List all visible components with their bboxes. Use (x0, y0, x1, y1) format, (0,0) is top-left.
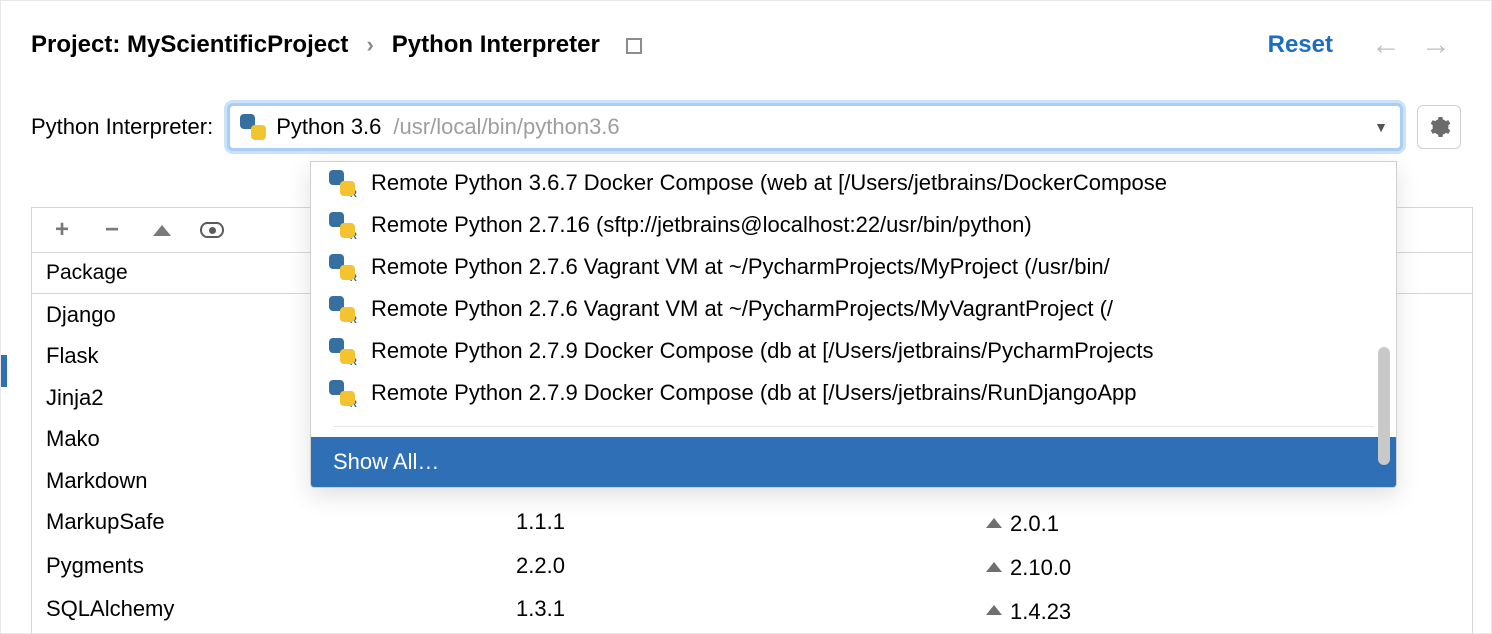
package-name: MarkupSafe (32, 501, 502, 545)
add-package-button[interactable]: + (50, 218, 74, 242)
package-name: SQLAlchemy (32, 588, 502, 632)
package-latest-value: 2.10.0 (1010, 549, 1071, 586)
remove-package-button[interactable]: − (100, 218, 124, 242)
nav-forward-icon[interactable]: → (1411, 30, 1461, 60)
package-version: 1.1.1 (502, 501, 972, 545)
dropdown-item[interactable]: R Remote Python 2.7.6 Vagrant VM at ~/Pyc… (311, 246, 1396, 288)
chevron-right-icon: › (366, 32, 373, 58)
breadcrumb-page: Python Interpreter (392, 31, 600, 59)
separate-window-icon[interactable] (626, 38, 642, 54)
dropdown-item[interactable]: R Remote Python 2.7.16 (sftp://jetbrains@… (311, 204, 1396, 246)
dropdown-item[interactable]: R Remote Python 2.7.9 Docker Compose (db … (311, 330, 1396, 372)
python-remote-icon: R (329, 170, 355, 196)
gear-icon (1427, 115, 1451, 139)
show-early-releases-button[interactable] (200, 218, 224, 242)
dropdown-scrollbar[interactable] (1378, 168, 1390, 477)
dropdown-item[interactable]: R Remote Python 3.6.7 Docker Compose (web… (311, 162, 1396, 204)
dropdown-item-label: Remote Python 2.7.16 (sftp://jetbrains@l… (371, 212, 1032, 238)
package-version: 1.3.1 (502, 588, 972, 632)
settings-header: Project: MyScientificProject › Python In… (1, 1, 1491, 71)
package-name: Pygments (32, 545, 502, 589)
dropdown-item[interactable]: R Remote Python 2.7.6 Vagrant VM at ~/Pyc… (311, 288, 1396, 330)
package-latest-value: 2.0.1 (1010, 505, 1059, 542)
dropdown-show-all-label: Show All… (333, 449, 439, 475)
python-remote-icon: R (329, 338, 355, 364)
chevron-down-icon: ▼ (1374, 119, 1390, 135)
python-remote-icon: R (329, 254, 355, 280)
table-row[interactable]: MarkupSafe1.1.1 2.0.1 (32, 501, 1472, 545)
dropdown-item-label: Remote Python 2.7.6 Vagrant VM at ~/Pych… (371, 254, 1110, 280)
interpreter-selected-name: Python 3.6 (276, 114, 381, 140)
dropdown-item-label: Remote Python 2.7.9 Docker Compose (db a… (371, 380, 1137, 406)
table-row[interactable]: SQLAlchemy1.3.1 1.4.23 (32, 588, 1472, 632)
python-icon (240, 114, 266, 140)
package-latest: 1.4.23 (972, 588, 1472, 632)
interpreter-label: Python Interpreter: (31, 114, 213, 140)
interpreter-combobox[interactable]: Python 3.6 /usr/local/bin/python3.6 ▼ (227, 103, 1403, 151)
table-row[interactable]: Pygments2.2.0 2.10.0 (32, 545, 1472, 589)
breadcrumb: Project: MyScientificProject › Python In… (31, 31, 642, 59)
dropdown-item-label: Remote Python 2.7.6 Vagrant VM at ~/Pych… (371, 296, 1113, 322)
python-remote-icon: R (329, 212, 355, 238)
dropdown-scrollbar-thumb[interactable] (1378, 347, 1390, 464)
dropdown-item-label: Remote Python 3.6.7 Docker Compose (web … (371, 170, 1167, 196)
upgrade-available-icon (986, 605, 1002, 615)
selection-indicator (1, 355, 7, 387)
breadcrumb-project[interactable]: Project: MyScientificProject (31, 31, 348, 59)
upgrade-available-icon (986, 562, 1002, 572)
interpreter-dropdown-popup: R Remote Python 3.6.7 Docker Compose (web… (310, 161, 1397, 488)
nav-back-icon[interactable]: ← (1361, 30, 1411, 60)
reset-link[interactable]: Reset (1268, 31, 1333, 59)
python-remote-icon: R (329, 296, 355, 322)
python-remote-icon: R (329, 380, 355, 406)
interpreter-selected-path: /usr/local/bin/python3.6 (393, 114, 619, 140)
package-latest-value: 1.4.23 (1010, 593, 1071, 630)
dropdown-item-label: Remote Python 2.7.9 Docker Compose (db a… (371, 338, 1154, 364)
dropdown-show-all[interactable]: Show All… (311, 437, 1396, 487)
package-version: 2.2.0 (502, 545, 972, 589)
upgrade-package-button[interactable] (150, 218, 174, 242)
upgrade-available-icon (986, 518, 1002, 528)
package-latest: 2.10.0 (972, 545, 1472, 589)
dropdown-item[interactable]: R Remote Python 2.7.9 Docker Compose (db … (311, 372, 1396, 414)
interpreter-settings-button[interactable] (1417, 105, 1461, 149)
package-latest: 2.0.1 (972, 501, 1472, 545)
interpreter-selector-row: Python Interpreter: Python 3.6 /usr/loca… (1, 71, 1491, 151)
dropdown-separator (333, 426, 1374, 427)
